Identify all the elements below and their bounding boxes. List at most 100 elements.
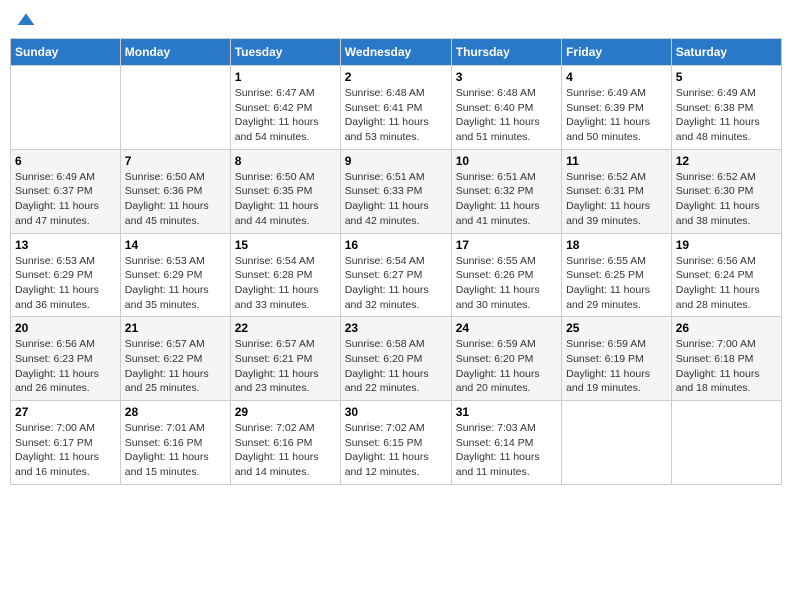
day-info: Sunrise: 6:48 AM Sunset: 6:41 PM Dayligh… <box>345 86 447 145</box>
calendar-week-2: 6 Sunrise: 6:49 AM Sunset: 6:37 PM Daylig… <box>11 149 782 233</box>
calendar-cell <box>120 66 230 150</box>
day-info: Sunrise: 6:53 AM Sunset: 6:29 PM Dayligh… <box>15 254 116 313</box>
day-info: Sunrise: 6:52 AM Sunset: 6:31 PM Dayligh… <box>566 170 667 229</box>
calendar-cell: 16 Sunrise: 6:54 AM Sunset: 6:27 PM Dayli… <box>340 233 451 317</box>
calendar-cell: 22 Sunrise: 6:57 AM Sunset: 6:21 PM Dayli… <box>230 317 340 401</box>
logo-icon <box>16 10 36 30</box>
day-info: Sunrise: 7:00 AM Sunset: 6:18 PM Dayligh… <box>676 337 777 396</box>
calendar-cell: 24 Sunrise: 6:59 AM Sunset: 6:20 PM Dayli… <box>451 317 561 401</box>
day-info: Sunrise: 6:49 AM Sunset: 6:39 PM Dayligh… <box>566 86 667 145</box>
day-info: Sunrise: 6:49 AM Sunset: 6:37 PM Dayligh… <box>15 170 116 229</box>
day-number: 29 <box>235 405 336 419</box>
day-number: 19 <box>676 238 777 252</box>
day-info: Sunrise: 6:54 AM Sunset: 6:27 PM Dayligh… <box>345 254 447 313</box>
calendar-table: SundayMondayTuesdayWednesdayThursdayFrid… <box>10 38 782 485</box>
day-info: Sunrise: 6:50 AM Sunset: 6:36 PM Dayligh… <box>125 170 226 229</box>
day-number: 25 <box>566 321 667 335</box>
day-info: Sunrise: 6:57 AM Sunset: 6:22 PM Dayligh… <box>125 337 226 396</box>
calendar-cell: 14 Sunrise: 6:53 AM Sunset: 6:29 PM Dayli… <box>120 233 230 317</box>
day-info: Sunrise: 6:53 AM Sunset: 6:29 PM Dayligh… <box>125 254 226 313</box>
page-header <box>10 10 782 30</box>
day-info: Sunrise: 6:59 AM Sunset: 6:20 PM Dayligh… <box>456 337 557 396</box>
calendar-cell: 9 Sunrise: 6:51 AM Sunset: 6:33 PM Daylig… <box>340 149 451 233</box>
calendar-cell: 15 Sunrise: 6:54 AM Sunset: 6:28 PM Dayli… <box>230 233 340 317</box>
day-number: 31 <box>456 405 557 419</box>
day-info: Sunrise: 6:57 AM Sunset: 6:21 PM Dayligh… <box>235 337 336 396</box>
calendar-cell <box>562 401 672 485</box>
calendar-cell: 6 Sunrise: 6:49 AM Sunset: 6:37 PM Daylig… <box>11 149 121 233</box>
day-info: Sunrise: 6:55 AM Sunset: 6:26 PM Dayligh… <box>456 254 557 313</box>
day-number: 24 <box>456 321 557 335</box>
logo <box>14 10 36 30</box>
day-number: 16 <box>345 238 447 252</box>
day-info: Sunrise: 6:58 AM Sunset: 6:20 PM Dayligh… <box>345 337 447 396</box>
day-number: 20 <box>15 321 116 335</box>
day-number: 22 <box>235 321 336 335</box>
day-info: Sunrise: 6:47 AM Sunset: 6:42 PM Dayligh… <box>235 86 336 145</box>
day-number: 27 <box>15 405 116 419</box>
day-number: 7 <box>125 154 226 168</box>
calendar-cell: 3Sunrise: 6:48 AM Sunset: 6:40 PM Daylig… <box>451 66 561 150</box>
calendar-week-3: 13 Sunrise: 6:53 AM Sunset: 6:29 PM Dayli… <box>11 233 782 317</box>
day-number: 12 <box>676 154 777 168</box>
weekday-header-wednesday: Wednesday <box>340 39 451 66</box>
day-number: 6 <box>15 154 116 168</box>
calendar-cell: 17 Sunrise: 6:55 AM Sunset: 6:26 PM Dayli… <box>451 233 561 317</box>
calendar-cell: 13 Sunrise: 6:53 AM Sunset: 6:29 PM Dayli… <box>11 233 121 317</box>
calendar-cell: 25 Sunrise: 6:59 AM Sunset: 6:19 PM Dayli… <box>562 317 672 401</box>
calendar-cell: 27 Sunrise: 7:00 AM Sunset: 6:17 PM Dayli… <box>11 401 121 485</box>
day-info: Sunrise: 7:00 AM Sunset: 6:17 PM Dayligh… <box>15 421 116 480</box>
day-info: Sunrise: 6:49 AM Sunset: 6:38 PM Dayligh… <box>676 86 777 145</box>
calendar-cell: 4 Sunrise: 6:49 AM Sunset: 6:39 PM Daylig… <box>562 66 672 150</box>
calendar-cell: 11Sunrise: 6:52 AM Sunset: 6:31 PM Dayli… <box>562 149 672 233</box>
day-number: 2 <box>345 70 447 84</box>
day-info: Sunrise: 6:50 AM Sunset: 6:35 PM Dayligh… <box>235 170 336 229</box>
day-info: Sunrise: 6:51 AM Sunset: 6:33 PM Dayligh… <box>345 170 447 229</box>
calendar-cell: 5 Sunrise: 6:49 AM Sunset: 6:38 PM Daylig… <box>671 66 781 150</box>
calendar-cell: 31 Sunrise: 7:03 AM Sunset: 6:14 PM Dayli… <box>451 401 561 485</box>
day-info: Sunrise: 7:01 AM Sunset: 6:16 PM Dayligh… <box>125 421 226 480</box>
day-number: 10 <box>456 154 557 168</box>
day-number: 14 <box>125 238 226 252</box>
calendar-cell: 30 Sunrise: 7:02 AM Sunset: 6:15 PM Dayli… <box>340 401 451 485</box>
day-info: Sunrise: 7:02 AM Sunset: 6:15 PM Dayligh… <box>345 421 447 480</box>
calendar-cell: 23 Sunrise: 6:58 AM Sunset: 6:20 PM Dayli… <box>340 317 451 401</box>
day-info: Sunrise: 7:02 AM Sunset: 6:16 PM Dayligh… <box>235 421 336 480</box>
calendar-cell: 7 Sunrise: 6:50 AM Sunset: 6:36 PM Daylig… <box>120 149 230 233</box>
weekday-header-monday: Monday <box>120 39 230 66</box>
calendar-cell: 2 Sunrise: 6:48 AM Sunset: 6:41 PM Daylig… <box>340 66 451 150</box>
day-number: 23 <box>345 321 447 335</box>
day-number: 5 <box>676 70 777 84</box>
weekday-header-sunday: Sunday <box>11 39 121 66</box>
weekday-header-saturday: Saturday <box>671 39 781 66</box>
day-number: 13 <box>15 238 116 252</box>
day-number: 9 <box>345 154 447 168</box>
calendar-week-1: 1 Sunrise: 6:47 AM Sunset: 6:42 PM Daylig… <box>11 66 782 150</box>
calendar-cell: 18Sunrise: 6:55 AM Sunset: 6:25 PM Dayli… <box>562 233 672 317</box>
day-number: 21 <box>125 321 226 335</box>
day-number: 26 <box>676 321 777 335</box>
day-number: 15 <box>235 238 336 252</box>
calendar-cell <box>671 401 781 485</box>
day-info: Sunrise: 6:59 AM Sunset: 6:19 PM Dayligh… <box>566 337 667 396</box>
day-info: Sunrise: 7:03 AM Sunset: 6:14 PM Dayligh… <box>456 421 557 480</box>
day-info: Sunrise: 6:56 AM Sunset: 6:23 PM Dayligh… <box>15 337 116 396</box>
weekday-header-tuesday: Tuesday <box>230 39 340 66</box>
day-number: 4 <box>566 70 667 84</box>
calendar-cell: 12 Sunrise: 6:52 AM Sunset: 6:30 PM Dayli… <box>671 149 781 233</box>
calendar-week-4: 20 Sunrise: 6:56 AM Sunset: 6:23 PM Dayli… <box>11 317 782 401</box>
day-info: Sunrise: 6:54 AM Sunset: 6:28 PM Dayligh… <box>235 254 336 313</box>
day-number: 8 <box>235 154 336 168</box>
weekday-header-thursday: Thursday <box>451 39 561 66</box>
day-number: 1 <box>235 70 336 84</box>
day-number: 17 <box>456 238 557 252</box>
day-number: 30 <box>345 405 447 419</box>
weekday-header-friday: Friday <box>562 39 672 66</box>
day-info: Sunrise: 6:52 AM Sunset: 6:30 PM Dayligh… <box>676 170 777 229</box>
calendar-cell: 26 Sunrise: 7:00 AM Sunset: 6:18 PM Dayli… <box>671 317 781 401</box>
calendar-cell: 29 Sunrise: 7:02 AM Sunset: 6:16 PM Dayli… <box>230 401 340 485</box>
calendar-cell: 20 Sunrise: 6:56 AM Sunset: 6:23 PM Dayli… <box>11 317 121 401</box>
calendar-cell: 19Sunrise: 6:56 AM Sunset: 6:24 PM Dayli… <box>671 233 781 317</box>
calendar-cell: 10Sunrise: 6:51 AM Sunset: 6:32 PM Dayli… <box>451 149 561 233</box>
day-number: 28 <box>125 405 226 419</box>
